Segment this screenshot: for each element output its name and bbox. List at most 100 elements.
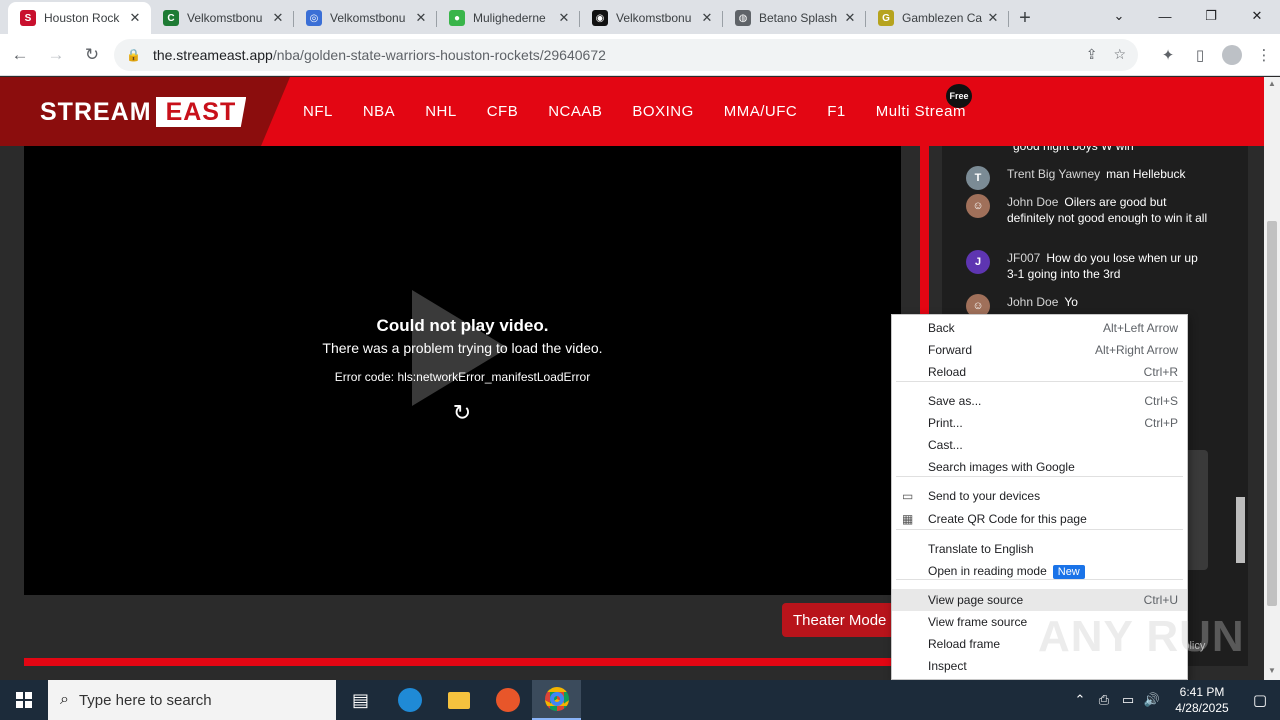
tab-close-icon[interactable]: ✕ xyxy=(270,10,286,26)
chat-text: man Hellebuck xyxy=(1106,167,1186,181)
minimize-button[interactable]: — xyxy=(1142,0,1188,32)
tab-title: Velkomstbonu xyxy=(187,11,263,25)
menu-item-shortcut: Ctrl+R xyxy=(1143,365,1178,379)
tab-search-icon[interactable]: ⌄ xyxy=(1096,0,1142,32)
close-window-button[interactable]: ✕ xyxy=(1234,0,1280,32)
edge-icon[interactable] xyxy=(385,680,434,720)
nav-link[interactable]: CFB xyxy=(487,103,519,120)
tab-favicon: S xyxy=(20,10,36,26)
tab-favicon: G xyxy=(878,10,894,26)
volume-icon[interactable]: 🔊 xyxy=(1140,692,1164,708)
chat-scrollbar[interactable] xyxy=(1236,497,1245,563)
scrollbar-thumb[interactable] xyxy=(1267,221,1277,606)
browser-tab[interactable]: C Velkomstbonu ✕ xyxy=(151,2,294,34)
context-menu-item[interactable]: Print... Ctrl+P xyxy=(892,412,1187,434)
nav-link[interactable]: NCAAB xyxy=(548,103,602,120)
streameast-logo[interactable]: STREAM EAST xyxy=(40,97,247,127)
chrome-icon[interactable] xyxy=(532,680,581,720)
error-title: Could not play video. xyxy=(376,316,549,335)
tab-close-icon[interactable]: ✕ xyxy=(842,10,858,26)
video-player[interactable]: Could not play video. There was a proble… xyxy=(24,146,901,595)
side-panel-icon[interactable]: ▯ xyxy=(1184,39,1216,71)
chat-username[interactable]: John Doe xyxy=(1007,295,1058,309)
menu-separator xyxy=(896,529,1183,530)
context-menu-item[interactable]: ▭ Send to your devices xyxy=(892,485,1187,507)
browser-tab[interactable]: S Houston Rock ✕ xyxy=(8,2,151,34)
context-menu-item[interactable]: Reload Ctrl+R xyxy=(892,361,1187,383)
tab-close-icon[interactable]: ✕ xyxy=(699,10,715,26)
menu-kebab-icon[interactable]: ⋮ xyxy=(1248,39,1280,71)
site-header: STREAM EAST NFL NBA NHL CFB NCAAB BOXING MMA/U… xyxy=(0,77,1264,146)
url-host: the.streameast.app xyxy=(152,46,273,63)
profile-avatar[interactable] xyxy=(1216,39,1248,71)
lock-icon[interactable]: 🔒 xyxy=(126,48,141,62)
browser-tab[interactable]: G Gamblezen Ca ✕ xyxy=(866,2,1009,34)
search-placeholder: Type here to search xyxy=(78,691,212,709)
retry-reload-icon[interactable]: ↻ xyxy=(451,402,473,424)
context-menu-item[interactable]: View page source Ctrl+U xyxy=(892,589,1187,611)
context-menu-item[interactable]: Translate to English xyxy=(892,538,1187,560)
taskbar-search[interactable]: ⌕ Type here to search xyxy=(48,680,336,720)
nav-link[interactable]: BOXING xyxy=(632,103,693,120)
menu-item-label: Print... xyxy=(928,416,963,430)
theater-mode-button[interactable]: Theater Mode xyxy=(782,603,900,637)
tab-close-icon[interactable]: ✕ xyxy=(985,10,1001,26)
context-menu-item[interactable]: Save as... Ctrl+S xyxy=(892,390,1187,412)
reload-icon[interactable]: ↻ xyxy=(76,39,108,71)
restore-button[interactable]: ❐ xyxy=(1188,0,1234,32)
new-badge: New xyxy=(1052,565,1085,579)
menu-item-shortcut: Ctrl+U xyxy=(1143,593,1178,607)
nav-link[interactable]: F1 xyxy=(827,103,846,120)
new-tab-button[interactable]: + xyxy=(1009,2,1041,34)
chat-username[interactable]: JF007 xyxy=(1007,251,1040,265)
context-menu-item[interactable]: Search images with Google xyxy=(892,456,1187,478)
context-menu-item[interactable]: Forward Alt+Right Arrow xyxy=(892,339,1187,361)
tab-close-icon[interactable]: ✕ xyxy=(556,10,572,26)
tab-title: Mulighederne xyxy=(473,11,546,25)
back-arrow-icon[interactable]: ← xyxy=(4,39,36,71)
bookmark-star-icon[interactable]: ☆ xyxy=(1113,46,1126,63)
nav-link[interactable]: NBA xyxy=(363,103,395,120)
browser-tab[interactable]: ● Mulighederne ✕ xyxy=(437,2,580,34)
firefox-icon[interactable] xyxy=(483,680,532,720)
network-icon[interactable]: ▭ xyxy=(1116,692,1140,708)
nav-link[interactable]: MMA/UFC xyxy=(724,103,798,120)
context-menu-item[interactable]: Back Alt+Left Arrow xyxy=(892,317,1187,339)
chat-text: good night boys W win xyxy=(1013,146,1134,153)
context-menu-item[interactable]: ▦ Create QR Code for this page xyxy=(892,508,1187,530)
browser-tab[interactable]: ◉ Velkomstbonu ✕ xyxy=(580,2,723,34)
start-button[interactable] xyxy=(0,680,48,720)
tab-title: Velkomstbonu xyxy=(330,11,406,25)
notification-icon[interactable]: ▢ xyxy=(1240,691,1280,709)
clock-date: 4/28/2025 xyxy=(1175,701,1229,715)
menu-item-label: Translate to English xyxy=(928,542,1034,556)
error-message: There was a problem trying to load the v… xyxy=(322,340,603,356)
nav-link[interactable]: NFL xyxy=(303,103,333,120)
red-divider xyxy=(24,658,901,666)
chat-username[interactable]: Trent Big Yawney xyxy=(1007,167,1100,181)
menu-item-label: Back xyxy=(928,321,955,335)
browser-tab[interactable]: ◎ Velkomstbonu ✕ xyxy=(294,2,437,34)
nav-link[interactable]: NHL xyxy=(425,103,457,120)
tab-favicon: ◉ xyxy=(592,10,608,26)
task-view-icon[interactable]: ▤ xyxy=(336,680,385,720)
scroll-down-arrow-icon[interactable]: ▼ xyxy=(1264,666,1280,678)
scroll-up-arrow-icon[interactable]: ▲ xyxy=(1264,79,1280,91)
chevron-up-icon[interactable]: ⌃ xyxy=(1068,692,1092,708)
chat-username[interactable]: John Doe xyxy=(1007,195,1058,209)
share-icon[interactable]: ⇪ xyxy=(1086,46,1098,63)
tab-close-icon[interactable]: ✕ xyxy=(413,10,429,26)
chat-message: ☺ John Doe Oilers are good but definitely … xyxy=(966,194,1210,226)
page-scrollbar[interactable]: ▲ ▼ xyxy=(1264,77,1280,680)
tab-close-icon[interactable]: ✕ xyxy=(127,10,143,26)
extensions-icon[interactable]: ✦ xyxy=(1152,39,1184,71)
browser-tab[interactable]: ◍ Betano Splash ✕ xyxy=(723,2,866,34)
context-menu-item[interactable]: Cast... xyxy=(892,434,1187,456)
file-explorer-icon[interactable] xyxy=(434,680,483,720)
forward-arrow-icon[interactable]: → xyxy=(40,39,72,71)
anyrun-watermark: ANY RUN xyxy=(1038,612,1245,661)
clock[interactable]: 6:41 PM 4/28/2025 xyxy=(1164,684,1240,716)
tab-favicon: C xyxy=(163,10,179,26)
address-bar[interactable]: 🔒 the.streameast.app/nba/golden-state-wa… xyxy=(114,38,1138,71)
usb-icon[interactable]: ⎙ xyxy=(1092,692,1116,708)
